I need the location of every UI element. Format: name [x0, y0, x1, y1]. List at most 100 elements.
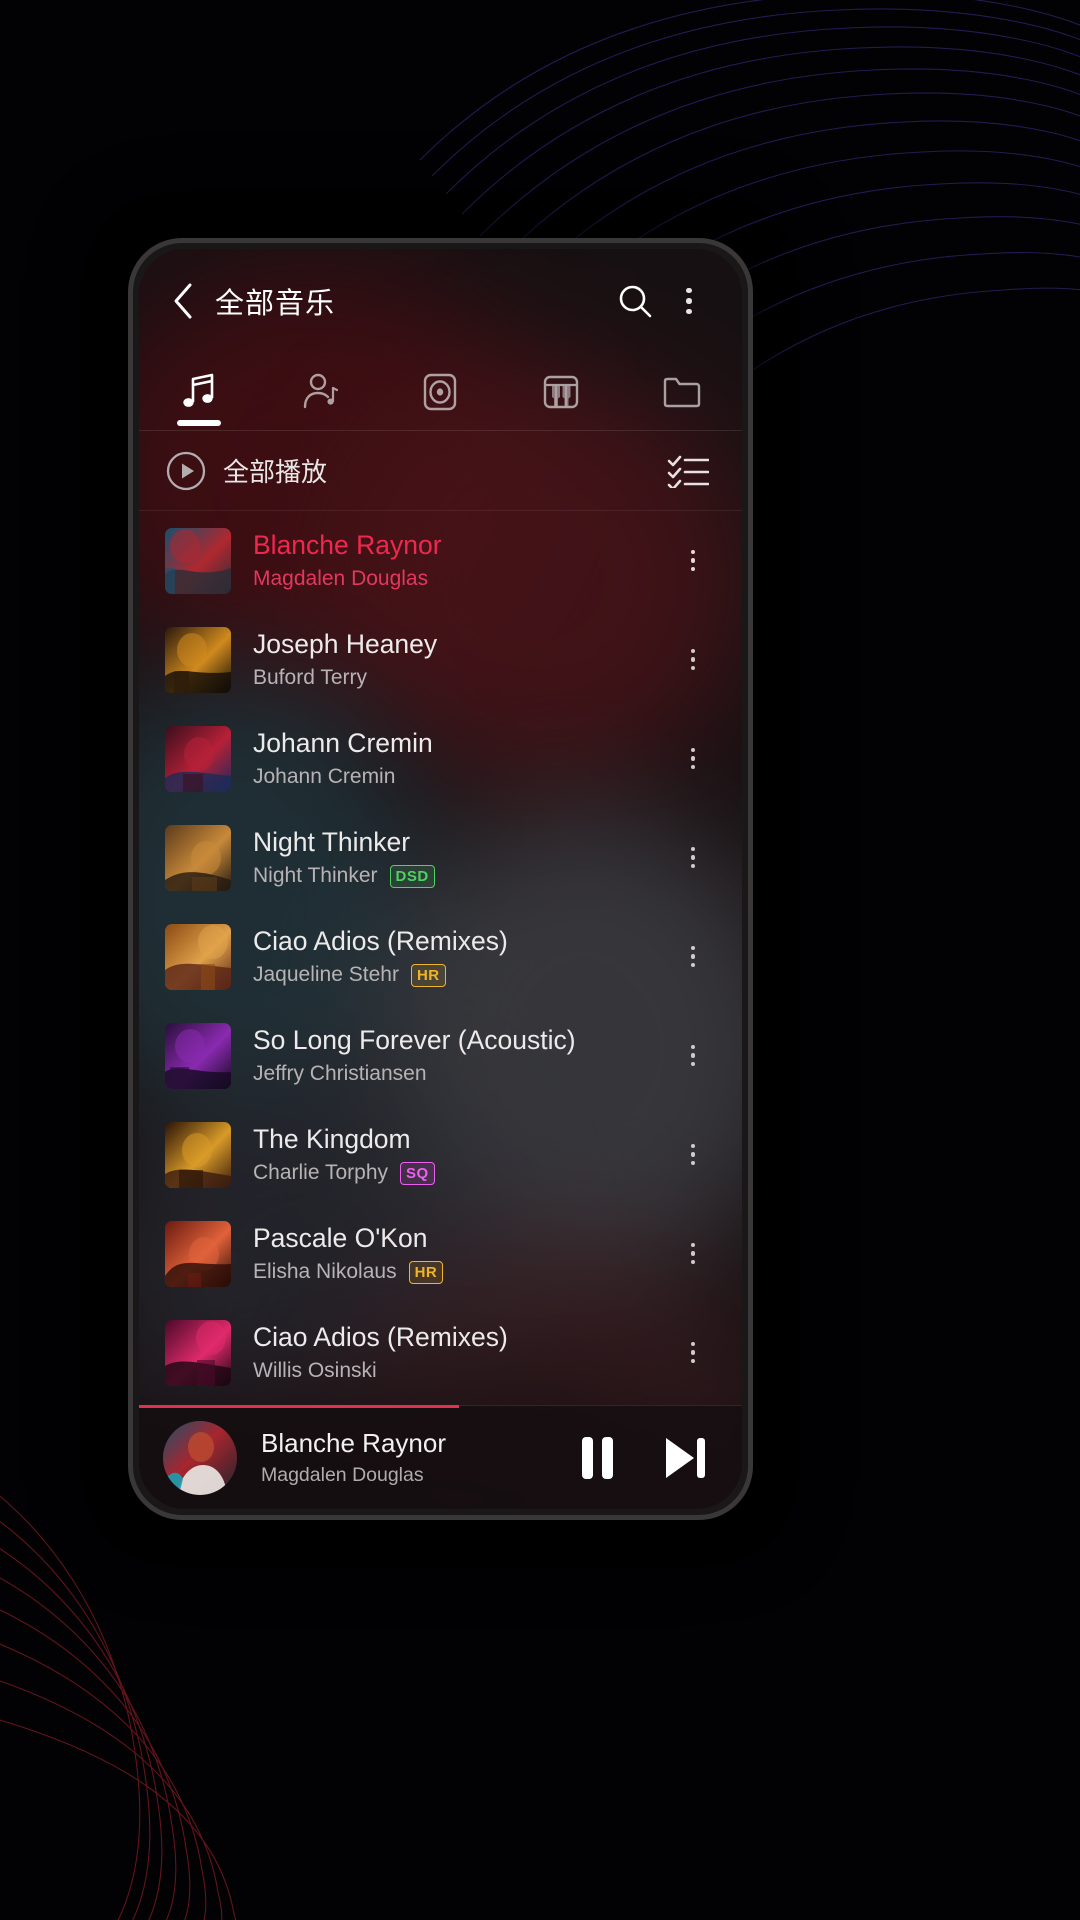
more-vertical-icon — [690, 1242, 696, 1265]
song-row[interactable]: Ciao Adios (Remixes) Jaqueline Stehr HR — [139, 907, 742, 1006]
song-subrow: Magdalen Douglas — [253, 567, 668, 591]
song-title: Joseph Heaney — [253, 628, 438, 659]
play-all-row: 全部播放 — [139, 431, 742, 511]
app-header: 全部音乐 — [139, 249, 742, 353]
more-vertical-icon — [690, 945, 696, 968]
song-list[interactable]: Blanche Raynor Magdalen Douglas Joseph H… — [139, 511, 742, 1405]
active-tab-indicator — [177, 420, 222, 426]
play-circle-icon — [166, 451, 206, 490]
search-button[interactable] — [608, 274, 662, 328]
song-row[interactable]: Joseph Heaney Buford Terry — [139, 610, 742, 709]
song-overflow-button[interactable] — [668, 1023, 718, 1089]
album-art-thumbnail — [165, 527, 231, 594]
song-meta: Joseph Heaney Buford Terry — [253, 629, 668, 690]
song-overflow-button[interactable] — [668, 1122, 718, 1188]
song-artist: Charlie Torphy — [253, 1161, 389, 1185]
skip-next-icon — [666, 1437, 705, 1478]
song-row[interactable]: So Long Forever (Acoustic) Jeffry Christ… — [139, 1006, 742, 1105]
chevron-left-icon — [174, 283, 192, 319]
folder-icon — [663, 377, 700, 407]
song-overflow-button[interactable] — [668, 1320, 718, 1386]
song-row[interactable]: Night Thinker Night Thinker DSD — [139, 808, 742, 907]
more-vertical-icon — [690, 1143, 696, 1166]
more-vertical-icon — [690, 648, 696, 671]
song-artwork — [165, 923, 231, 990]
pause-button[interactable] — [570, 1431, 624, 1485]
quality-badge-hr: HR — [408, 1260, 444, 1284]
song-artist: Jaqueline Stehr — [253, 963, 399, 987]
song-row[interactable]: The Kingdom Charlie Torphy SQ — [139, 1105, 742, 1204]
quality-badge-hr: HR — [410, 963, 446, 987]
song-overflow-button[interactable] — [668, 1221, 718, 1287]
song-artwork — [165, 1121, 231, 1188]
mini-player-artwork[interactable] — [163, 1420, 237, 1495]
song-meta: The Kingdom Charlie Torphy SQ — [253, 1124, 668, 1185]
checklist-icon — [667, 455, 709, 488]
page-title: 全部音乐 — [215, 288, 336, 320]
song-row[interactable]: Blanche Raynor Magdalen Douglas — [139, 511, 742, 610]
song-row[interactable]: Johann Cremin Johann Cremin — [139, 709, 742, 808]
song-overflow-button[interactable] — [668, 825, 718, 891]
album-art-thumbnail — [165, 824, 231, 891]
song-title: Pascale O'Kon — [253, 1222, 428, 1253]
back-button[interactable] — [161, 279, 205, 323]
song-row[interactable]: Pascale O'Kon Elisha Nikolaus HR — [139, 1204, 742, 1303]
mini-player-artist: Magdalen Douglas — [261, 1464, 424, 1486]
play-all-button[interactable]: 全部播放 — [165, 450, 662, 492]
song-meta: Ciao Adios (Remixes) Willis Osinski — [253, 1322, 668, 1383]
tab-bar — [139, 353, 742, 431]
album-art-thumbnail — [165, 1220, 231, 1287]
music-app: 全部音乐 全部播放 Blanche Raynor Magdalen Dougla… — [139, 249, 742, 1509]
playback-progress-bar[interactable] — [139, 1405, 459, 1408]
song-meta: Blanche Raynor Magdalen Douglas — [253, 530, 668, 591]
phone-frame: 全部音乐 全部播放 Blanche Raynor Magdalen Dougla… — [128, 238, 753, 1520]
album-art-thumbnail — [165, 1022, 231, 1089]
artist-icon — [303, 373, 338, 408]
play-all-label: 全部播放 — [223, 457, 328, 487]
song-meta: So Long Forever (Acoustic) Jeffry Christ… — [253, 1025, 668, 1086]
album-disc-icon — [424, 373, 457, 410]
multi-select-button[interactable] — [662, 445, 714, 497]
song-subrow: Johann Cremin — [253, 765, 668, 789]
song-subrow: Jeffry Christiansen — [253, 1062, 668, 1086]
album-art-thumbnail — [165, 1121, 231, 1188]
song-title: Night Thinker — [253, 826, 411, 857]
song-artwork — [165, 1319, 231, 1386]
overflow-menu-button[interactable] — [662, 274, 716, 328]
phone-screen: 全部音乐 全部播放 Blanche Raynor Magdalen Dougla… — [139, 249, 742, 1509]
song-subrow: Jaqueline Stehr HR — [253, 963, 668, 987]
tab-artists[interactable] — [260, 353, 381, 430]
song-artwork — [165, 1220, 231, 1287]
song-subrow: Night Thinker DSD — [253, 864, 668, 888]
piano-icon — [543, 375, 579, 408]
album-art-thumbnail — [165, 1319, 231, 1386]
song-subrow: Charlie Torphy SQ — [253, 1161, 668, 1185]
tab-genres[interactable] — [501, 353, 622, 430]
song-subrow: Willis Osinski — [253, 1359, 668, 1383]
quality-badge-sq: SQ — [400, 1161, 435, 1185]
tab-folders[interactable] — [621, 353, 742, 430]
more-vertical-icon — [690, 747, 696, 770]
next-track-button[interactable] — [658, 1431, 712, 1485]
song-artist: Night Thinker — [253, 864, 378, 888]
tab-albums[interactable] — [380, 353, 501, 430]
tab-songs[interactable] — [139, 353, 260, 430]
album-art-thumbnail — [165, 725, 231, 792]
song-overflow-button[interactable] — [668, 627, 718, 693]
song-artist: Johann Cremin — [253, 765, 396, 789]
song-meta: Ciao Adios (Remixes) Jaqueline Stehr HR — [253, 926, 668, 987]
more-vertical-icon — [690, 846, 696, 869]
album-art-thumbnail — [163, 1420, 237, 1495]
song-subrow: Elisha Nikolaus HR — [253, 1260, 668, 1284]
song-overflow-button[interactable] — [668, 528, 718, 594]
song-artwork — [165, 725, 231, 792]
more-vertical-icon — [686, 287, 692, 315]
song-row[interactable]: Ciao Adios (Remixes) Willis Osinski — [139, 1303, 742, 1402]
song-overflow-button[interactable] — [668, 726, 718, 792]
song-meta: Pascale O'Kon Elisha Nikolaus HR — [253, 1223, 668, 1284]
quality-badge-dsd: DSD — [389, 864, 435, 888]
music-note-icon — [183, 373, 214, 407]
song-overflow-button[interactable] — [668, 924, 718, 990]
mini-player-title: Blanche Raynor — [261, 1428, 446, 1458]
song-meta: Johann Cremin Johann Cremin — [253, 728, 668, 789]
